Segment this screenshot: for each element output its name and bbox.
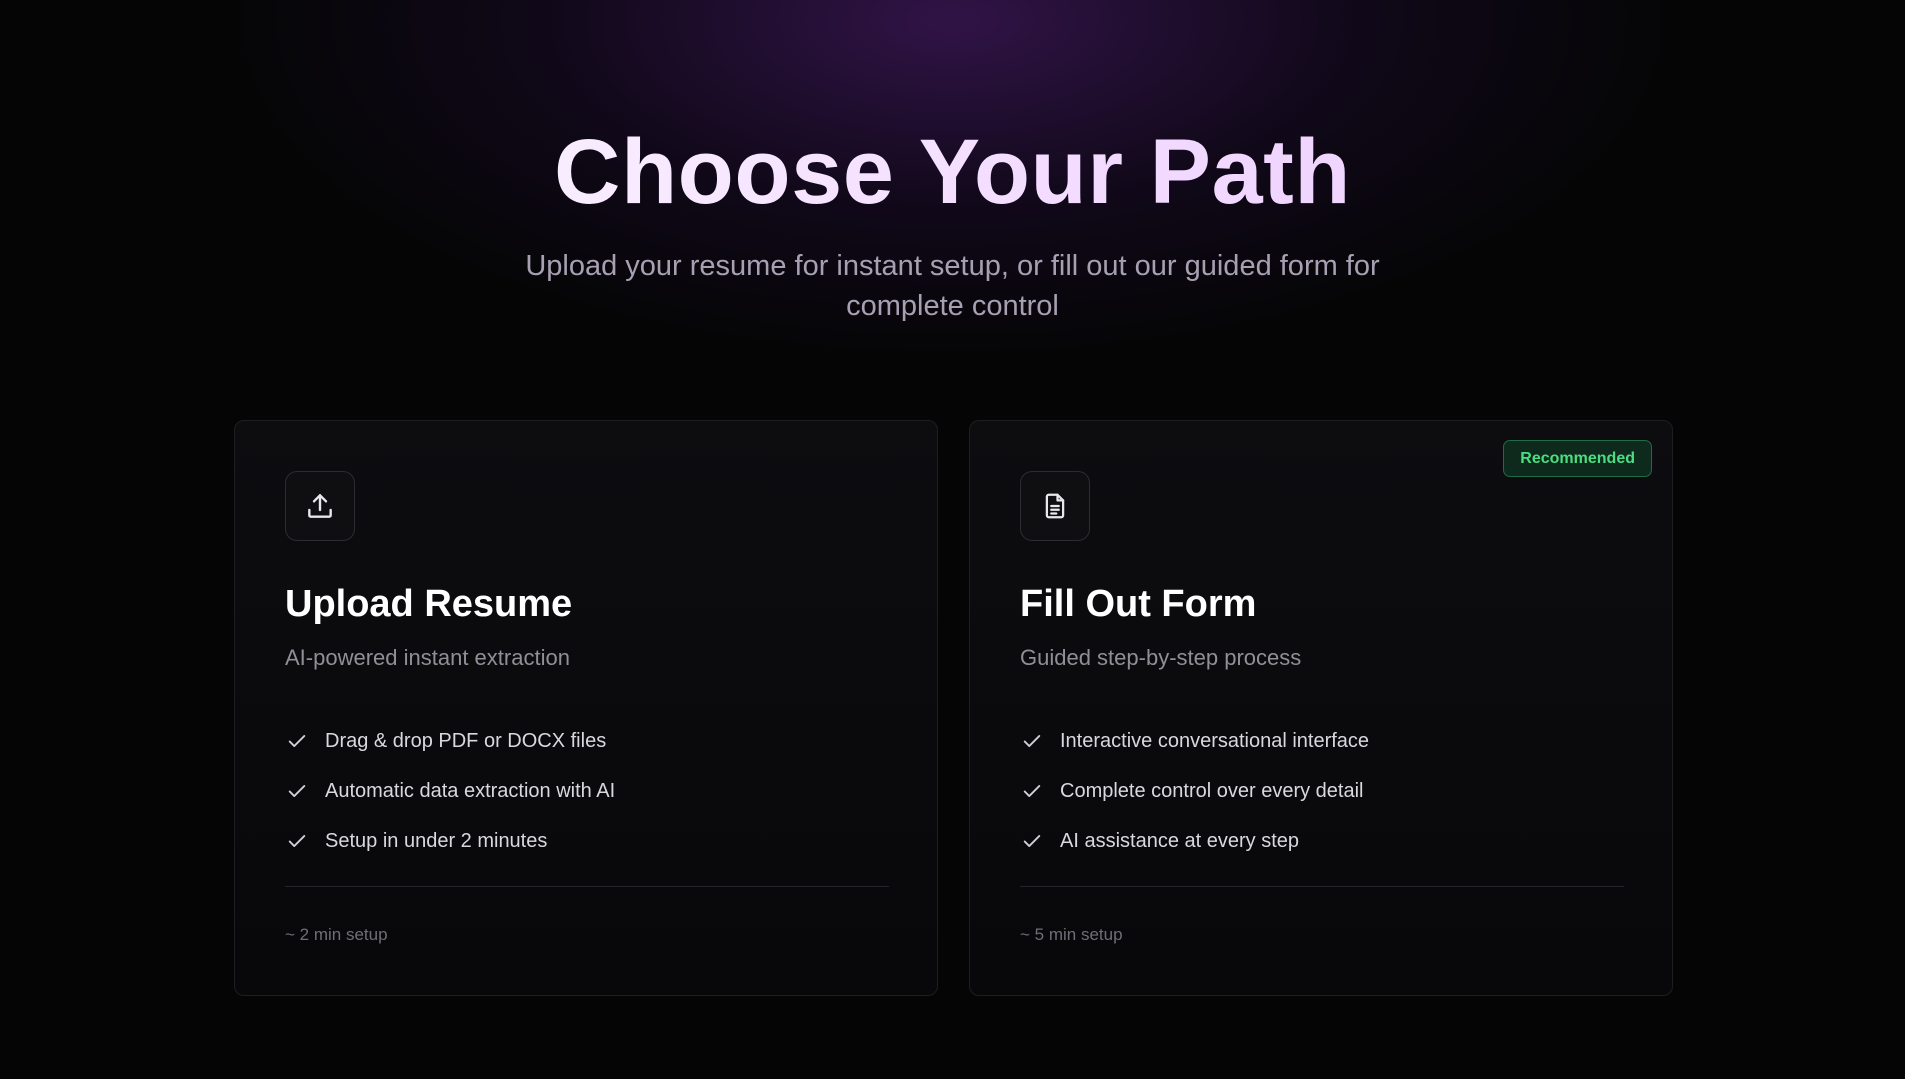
feature-list: Drag & drop PDF or DOCX files Automatic … bbox=[285, 716, 615, 866]
card-subtitle: Guided step-by-step process bbox=[1020, 645, 1302, 670]
feature-item: Automatic data extraction with AI bbox=[285, 766, 615, 816]
feature-text: Interactive conversational interface bbox=[1060, 729, 1370, 752]
fill-out-form-card[interactable]: Recommended Fill Out Form Guided step-by… bbox=[969, 420, 1673, 996]
upload-resume-card[interactable]: Upload Resume AI-powered instant extract… bbox=[234, 420, 938, 996]
card-divider bbox=[1020, 886, 1624, 887]
card-title: Fill Out Form bbox=[1020, 583, 1257, 625]
feature-list: Interactive conversational interface Com… bbox=[1020, 716, 1369, 866]
check-icon bbox=[285, 829, 309, 853]
check-icon bbox=[1020, 729, 1044, 753]
setup-time: ~ 2 min setup bbox=[285, 925, 388, 944]
feature-item: Interactive conversational interface bbox=[1020, 716, 1369, 766]
feature-item: Setup in under 2 minutes bbox=[285, 816, 615, 866]
feature-item: Drag & drop PDF or DOCX files bbox=[285, 716, 615, 766]
recommended-badge: Recommended bbox=[1503, 440, 1652, 477]
page-subtitle: Upload your resume for instant setup, or… bbox=[525, 250, 1380, 322]
document-icon bbox=[1020, 471, 1090, 541]
feature-text: Complete control over every detail bbox=[1060, 779, 1364, 802]
check-icon bbox=[1020, 829, 1044, 853]
check-icon bbox=[285, 779, 309, 803]
feature-text: Drag & drop PDF or DOCX files bbox=[325, 729, 607, 752]
feature-text: Setup in under 2 minutes bbox=[325, 829, 548, 852]
hero-section: Choose Your Path Upload your resume for … bbox=[0, 118, 1905, 326]
card-subtitle: AI-powered instant extraction bbox=[285, 645, 570, 670]
card-title: Upload Resume bbox=[285, 583, 573, 625]
check-icon bbox=[1020, 779, 1044, 803]
upload-icon bbox=[285, 471, 355, 541]
check-icon bbox=[285, 729, 309, 753]
feature-text: Automatic data extraction with AI bbox=[325, 779, 616, 802]
path-options: Upload Resume AI-powered instant extract… bbox=[234, 420, 1674, 998]
card-divider bbox=[285, 886, 889, 887]
setup-time: ~ 5 min setup bbox=[1020, 925, 1123, 944]
feature-item: Complete control over every detail bbox=[1020, 766, 1369, 816]
feature-item: AI assistance at every step bbox=[1020, 816, 1369, 866]
page-title: Choose Your Path bbox=[0, 118, 1905, 226]
feature-text: AI assistance at every step bbox=[1060, 829, 1300, 852]
